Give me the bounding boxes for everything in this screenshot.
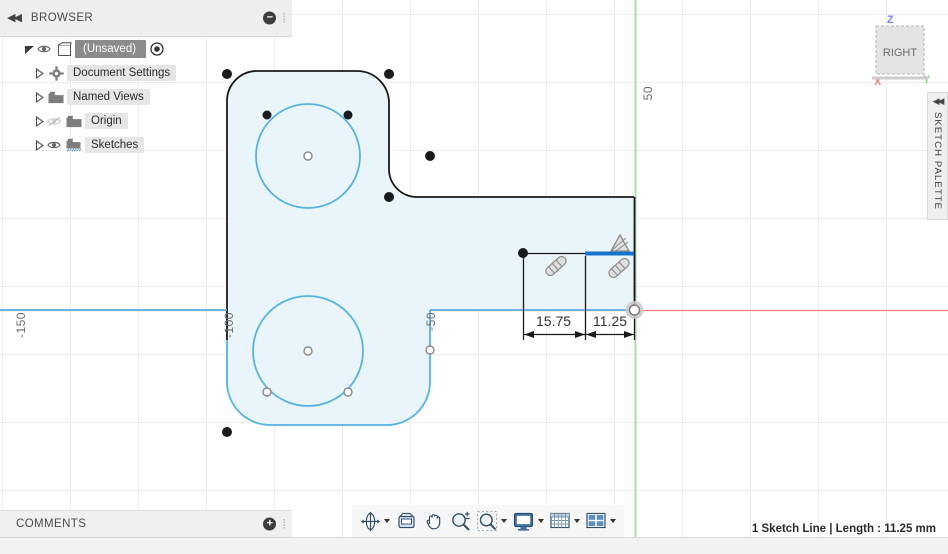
sketch-palette-label: SKETCH PALETTE (932, 112, 943, 211)
comments-title: COMMENTS (16, 518, 87, 530)
status-bar (0, 537, 948, 554)
comments-grip-icon[interactable]: ⁞ (282, 518, 286, 531)
browser-panel-header[interactable]: ◀◀ BROWSER − ⁞ (0, 0, 292, 37)
view-cube-label: RIGHT (883, 47, 918, 59)
tree-item-label: Sketches (85, 137, 145, 153)
orbit-caret-icon[interactable] (384, 519, 390, 523)
dimension-value-11-25[interactable]: 11.25 (593, 313, 627, 329)
browser-collapse-icon[interactable]: ◀◀ (7, 12, 22, 24)
orbit-button[interactable] (358, 509, 392, 534)
zoom-magnifier-icon (452, 511, 470, 531)
folder-icon (45, 91, 67, 104)
display-settings-button[interactable] (511, 510, 546, 533)
dimension-value-15-75[interactable]: 15.75 (536, 313, 571, 329)
gear-icon (45, 65, 67, 81)
expand-triangle-icon[interactable] (34, 139, 45, 151)
grid-snaps-button[interactable] (548, 510, 582, 533)
expand-triangle-icon[interactable] (24, 44, 35, 55)
folder-icon (63, 115, 85, 128)
viewports-icon (586, 512, 606, 528)
display-settings-caret-icon[interactable] (538, 519, 544, 523)
grid-snaps-caret-icon[interactable] (574, 519, 580, 523)
tree-item-origin[interactable]: Origin (0, 109, 292, 133)
zoom-window-caret-icon[interactable] (501, 519, 507, 523)
component-cube-icon (53, 41, 75, 57)
zoom-window-button[interactable] (475, 509, 509, 534)
zoom-button[interactable] (448, 509, 473, 534)
expand-triangle-icon[interactable] (34, 115, 45, 127)
tree-item-label: Named Views (67, 89, 150, 105)
expand-triangle-icon[interactable] (34, 67, 45, 79)
browser-title: BROWSER (30, 12, 94, 24)
eye-icon[interactable] (35, 44, 53, 54)
browser-tree: (Unsaved) Document Settings Named Views … (0, 37, 292, 157)
navigation-toolbar (352, 505, 624, 537)
tree-item-label: (Unsaved) (75, 40, 147, 58)
comments-panel-header[interactable]: COMMENTS + ⁞ (0, 510, 292, 537)
eye-off-icon[interactable] (45, 116, 63, 127)
axis-label-minus150: -150 (14, 312, 28, 339)
axis-label-minus100: -100 (222, 312, 236, 339)
eye-icon[interactable] (45, 140, 63, 150)
sketch-palette-collapse-icon[interactable]: ◀◀ (933, 97, 945, 106)
sketch-palette-tab[interactable]: ◀◀ SKETCH PALETTE (927, 92, 948, 220)
zoom-window-icon (477, 510, 498, 531)
look-at-icon (398, 512, 415, 529)
tree-item-unsaved[interactable]: (Unsaved) (0, 37, 292, 61)
browser-panel: ◀◀ BROWSER − ⁞ (0, 0, 292, 37)
look-at-button[interactable] (394, 509, 419, 533)
orbit-icon (360, 511, 381, 531)
activate-radio-icon[interactable] (146, 42, 168, 56)
y-axis-label: Y (923, 74, 931, 86)
tree-item-label: Document Settings (67, 65, 177, 81)
tree-item-label: Origin (85, 113, 128, 129)
tree-item-document-settings[interactable]: Document Settings (0, 61, 292, 85)
viewports-button[interactable] (584, 510, 618, 533)
axis-label-50: 50 (641, 86, 655, 101)
grid-snaps-icon (550, 512, 570, 528)
tree-item-sketches[interactable]: Sketches (0, 133, 292, 157)
sketch-origin-point[interactable] (625, 301, 644, 319)
view-cube[interactable]: RIGHT Z X Y (858, 12, 936, 90)
z-axis-label: Z (887, 14, 894, 26)
browser-minimize-icon[interactable]: − (263, 11, 277, 25)
fusion-cad-window: -150 -100 -50 50 15.75 11.25 RIGHT Z X Y… (0, 0, 948, 554)
viewports-caret-icon[interactable] (610, 519, 616, 523)
tree-item-named-views[interactable]: Named Views (0, 85, 292, 109)
browser-grip-icon[interactable]: ⁞ (282, 12, 286, 25)
expand-triangle-icon[interactable] (34, 91, 45, 103)
status-text: 1 Sketch Line | Length : 11.25 mm (751, 523, 936, 535)
sketch-folder-icon (63, 138, 85, 152)
display-settings-icon (513, 512, 534, 531)
comments-add-icon[interactable]: + (263, 517, 277, 531)
pan-hand-icon (426, 513, 441, 529)
pan-button[interactable] (421, 509, 446, 534)
axis-label-minus50: -50 (424, 312, 438, 331)
